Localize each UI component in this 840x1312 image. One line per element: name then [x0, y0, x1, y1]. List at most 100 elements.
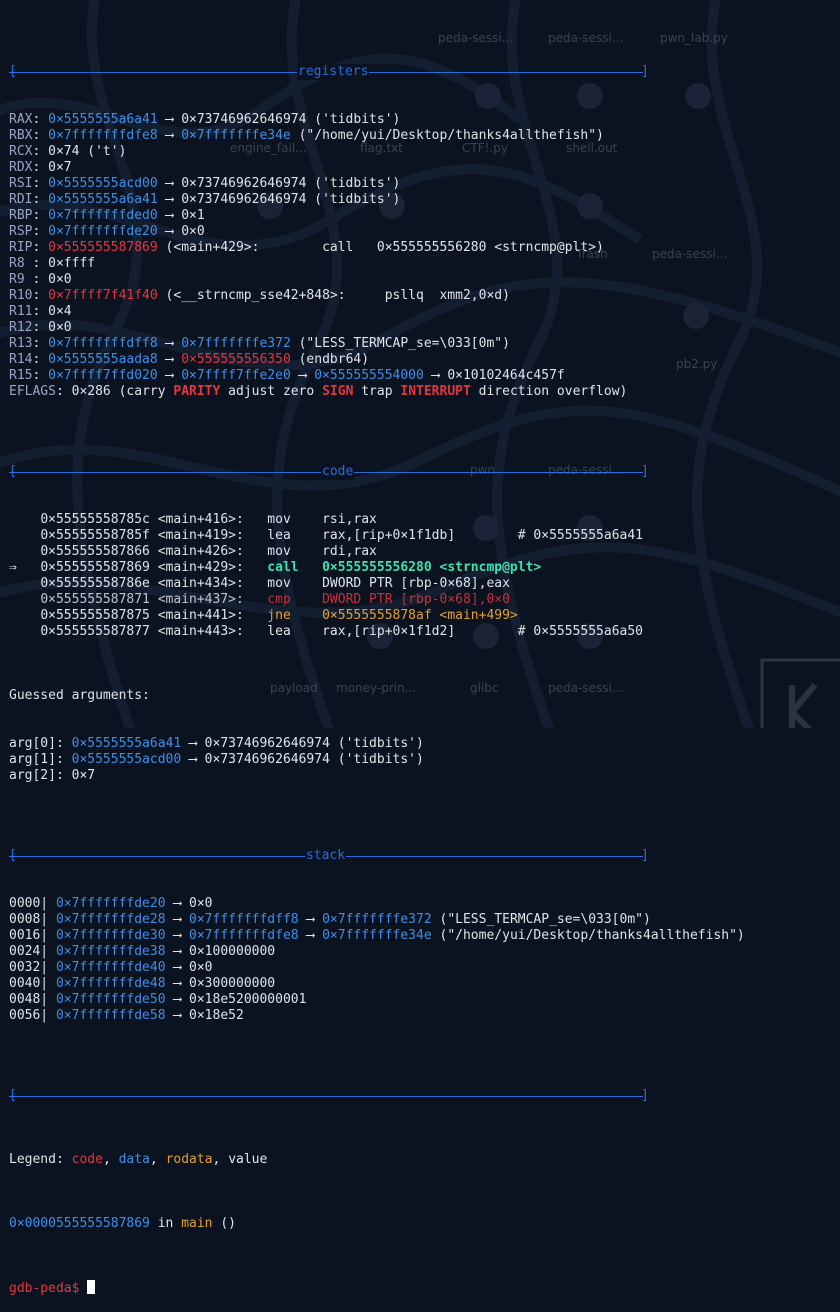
- instruction-operands: DWORD PTR [rbp-0×68],0×0: [322, 592, 510, 607]
- value-text: ⟶ 0×73746962646974 ('tidbits'): [157, 192, 401, 207]
- pointer-value: 0×7fffffffe34e: [322, 928, 432, 943]
- instruction-row: 0×555555587871 <main+437>: cmp DWORD PTR…: [9, 592, 839, 608]
- instruction-mnemonic: lea: [267, 528, 323, 543]
- register-row: R8 : 0×ffff: [9, 256, 839, 272]
- register-row: RBX: 0×7fffffffdfe8 ⟶ 0×7fffffffe34e ("/…: [9, 128, 839, 144]
- register-name: RDI: [9, 192, 33, 207]
- value-text: ⟶: [298, 928, 323, 943]
- value-text: ⟶ 0×0: [165, 896, 213, 911]
- register-separator: :: [32, 176, 49, 191]
- register-name: R15: [9, 368, 33, 383]
- instruction-address: 0×555555587877: [40, 624, 158, 639]
- pointer-value: 0×7fffffffdff8: [48, 336, 158, 351]
- instruction-marker: [9, 592, 40, 607]
- registers-separator: [registers]: [9, 64, 649, 80]
- instruction-comment: # 0×5555555a6a41: [455, 528, 643, 543]
- highlight-value: 0×7ffff7f41f40: [48, 288, 158, 303]
- instruction-symbol: <main+429>:: [157, 560, 268, 575]
- argument-row: arg[0]: 0×5555555a6a41 ⟶ 0×7374696264697…: [9, 736, 839, 752]
- argument-row: arg[2]: 0×7: [9, 768, 839, 784]
- pointer-value: 0×7fffffffe372: [322, 912, 432, 927]
- instruction-symbol: <main+437>:: [157, 592, 268, 607]
- register-row: R14: 0×5555555aada8 ⟶ 0×555555556350 (en…: [9, 352, 839, 368]
- register-name: R10: [9, 288, 33, 303]
- register-row: RCX: 0×74 ('t'): [9, 144, 839, 160]
- register-separator: :: [32, 192, 49, 207]
- register-name: R11: [9, 304, 33, 319]
- value-text: ⟶: [157, 368, 182, 383]
- stack-offset: 0040|: [9, 976, 56, 991]
- instruction-operands: rax,[rip+0×1f1db]: [322, 528, 456, 543]
- register-row: RDI: 0×5555555a6a41 ⟶ 0×73746962646974 (…: [9, 192, 839, 208]
- highlight-value: 0×555555587869: [48, 240, 158, 255]
- register-separator: :: [32, 128, 49, 143]
- pointer-value: 0×5555555acd00: [71, 752, 182, 767]
- code-separator: [code]: [9, 464, 649, 480]
- register-name: R14: [9, 352, 33, 367]
- argument-label: arg[2]:: [9, 768, 72, 783]
- stack-separator: [stack]: [9, 848, 649, 864]
- value-text: (<__strncmp_sse42+848>: psllq xmm2,0×d): [157, 288, 510, 303]
- instruction-row: 0×555555587875 <main+441>: jne 0×5555555…: [9, 608, 839, 624]
- instruction-operands: 0×555555556280 <strncmp@plt>: [322, 560, 542, 575]
- register-row: EFLAGS: 0×286 (carry PARITY adjust zero …: [9, 384, 839, 400]
- legend-value: value: [228, 1152, 268, 1167]
- register-name: RIP: [9, 240, 33, 255]
- pointer-value: 0×7fffffffde28: [55, 912, 166, 927]
- command-line[interactable]: gdb-peda$: [9, 1280, 839, 1296]
- instruction-address: 0×555555587869: [40, 560, 158, 575]
- stack-row: 0024| 0×7fffffffde38 ⟶ 0×100000000: [9, 944, 839, 960]
- gdb-terminal: [registers] RAX: 0×5555555a6a41 ⟶ 0×7374…: [9, 0, 839, 1312]
- instruction-row: 0×55555558786e <main+434>: mov DWORD PTR…: [9, 576, 839, 592]
- pointer-value: 0×7fffffffde48: [55, 976, 166, 991]
- value-text: 0×0: [48, 320, 72, 335]
- pointer-value: 0×5555555aada8: [48, 352, 158, 367]
- pointer-value: 0×5555555a6a41: [48, 112, 158, 127]
- value-text: ⟶ 0×0: [165, 960, 213, 975]
- instruction-row: 0×555555587877 <main+443>: lea rax,[rip+…: [9, 624, 839, 640]
- pointer-value: 0×7fffffffde50: [55, 992, 166, 1007]
- value-text: ("/home/yui/Desktop/thanks4allthefish"): [290, 128, 604, 143]
- pointer-value: 0×7fffffffdfe8: [189, 928, 299, 943]
- argument-label: arg[0]:: [9, 736, 72, 751]
- highlight-value: 0×555555556350: [181, 352, 291, 367]
- argument-label: arg[1]:: [9, 752, 72, 767]
- instruction-mnemonic: mov: [267, 576, 323, 591]
- register-separator: :: [32, 320, 49, 335]
- value-text: ⟶ 0×18e5200000001: [165, 992, 307, 1007]
- register-name: RBX: [9, 128, 33, 143]
- text-cursor[interactable]: [87, 1280, 96, 1294]
- value-text: 0×7: [48, 160, 72, 175]
- register-separator: :: [32, 272, 49, 287]
- highlight-value: INTERRUPT: [400, 384, 471, 399]
- value-text: 0×ffff: [48, 256, 96, 271]
- stack-panel: 0000| 0×7fffffffde20 ⟶ 0×0 0008| 0×7fffff…: [9, 896, 839, 1024]
- register-separator: :: [32, 336, 49, 351]
- register-row: RBP: 0×7fffffffded0 ⟶ 0×1: [9, 208, 839, 224]
- current-location: 0×0000555555587869 in main (): [9, 1216, 236, 1231]
- register-name: R13: [9, 336, 33, 351]
- stack-offset: 0000|: [9, 896, 56, 911]
- stack-row: 0048| 0×7fffffffde50 ⟶ 0×18e5200000001: [9, 992, 839, 1008]
- pointer-value: 0×7ffff7ffe2e0: [181, 368, 291, 383]
- instruction-symbol: <main+426>:: [157, 544, 268, 559]
- instruction-address: 0×55555558785c: [40, 512, 158, 527]
- instruction-address: 0×55555558785f: [40, 528, 158, 543]
- instruction-mnemonic: lea: [267, 624, 323, 639]
- arguments-panel: arg[0]: 0×5555555a6a41 ⟶ 0×7374696264697…: [9, 736, 839, 784]
- stack-offset: 0048|: [9, 992, 56, 1007]
- pointer-value: 0×7fffffffdfe8: [48, 128, 158, 143]
- pointer-value: 0×7fffffffde58: [55, 1008, 166, 1023]
- register-name: RDX: [9, 160, 33, 175]
- instruction-marker: [9, 512, 40, 527]
- instruction-mnemonic: call: [267, 560, 323, 575]
- value-text: (endbr64): [290, 352, 370, 367]
- pointer-value: 0×7fffffffded0: [48, 208, 158, 223]
- value-text: ⟶: [298, 912, 323, 927]
- value-text: ("/home/yui/Desktop/thanks4allthefish"): [431, 928, 745, 943]
- instruction-symbol: <main+443>:: [157, 624, 268, 639]
- stack-title: stack: [305, 848, 347, 864]
- register-separator: :: [32, 240, 49, 255]
- register-row: R9 : 0×0: [9, 272, 839, 288]
- current-instruction-row: ⇒ 0×555555587869 <main+429>: call 0×5555…: [9, 560, 839, 576]
